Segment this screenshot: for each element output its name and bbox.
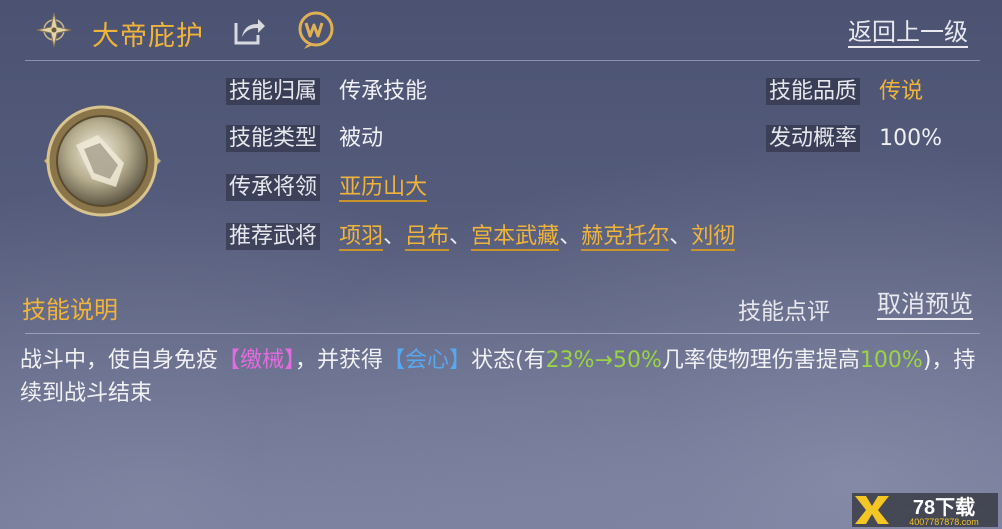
belong-value: 传承技能 [339, 79, 428, 104]
rate-value: 100% [879, 126, 943, 151]
separator: 、 [669, 224, 692, 249]
description-title: 技能说明 [22, 296, 118, 324]
general-label: 传承将领 [226, 174, 321, 201]
desc-text: 战斗中，使自身免疫 [20, 348, 219, 373]
rate-label: 发动概率 [766, 125, 861, 152]
header-divider [25, 60, 980, 61]
bonus-value: 100% [859, 348, 923, 373]
separator: 、 [383, 224, 406, 249]
site-watermark-logo: 78下载 4007787878.com [852, 493, 998, 527]
desc-text: ，并获得 [295, 348, 384, 373]
quality-value: 传说 [879, 79, 924, 104]
skill-title: 大帝庇护 [92, 21, 204, 52]
share-icon[interactable] [232, 15, 266, 47]
watermark-phone: 4007787878.com [909, 517, 979, 527]
disarm-tag: 【缴械】 [218, 348, 296, 373]
general-link[interactable]: 亚历山大 [339, 175, 428, 202]
type-label: 技能类型 [226, 125, 321, 152]
wiki-icon[interactable] [296, 11, 336, 49]
description-divider [25, 333, 980, 334]
recommend-link[interactable]: 赫克托尔 [581, 224, 670, 251]
quality-label: 技能品质 [766, 78, 861, 105]
skill-orb-icon [44, 105, 161, 217]
recommend-link[interactable]: 项羽 [339, 224, 384, 251]
cancel-preview-button[interactable]: 取消预览 [877, 290, 973, 320]
rate-range: 23%→50% [545, 348, 662, 373]
recommend-link[interactable]: 刘彻 [691, 224, 736, 251]
separator: 、 [449, 224, 472, 249]
watermark-brand: 78下载 [913, 495, 975, 519]
separator: 、 [559, 224, 582, 249]
desc-text: 几率使物理伤害提高 [661, 348, 860, 373]
belong-label: 技能归属 [226, 78, 321, 105]
back-button[interactable]: 返回上一级 [848, 18, 968, 48]
compass-icon [36, 12, 72, 48]
recommend-link[interactable]: 吕布 [405, 224, 450, 251]
description-text: 战斗中，使自身免疫【缴械】，并获得【会心】状态(有23%→50%几率使物理伤害提… [20, 344, 982, 410]
recommend-label: 推荐武将 [226, 223, 321, 250]
type-value: 被动 [339, 126, 384, 151]
desc-text: 状态(有 [471, 348, 546, 373]
review-button[interactable]: 技能点评 [738, 292, 830, 326]
crit-tag: 【会心】 [383, 348, 472, 373]
recommend-link[interactable]: 宫本武藏 [471, 224, 560, 251]
